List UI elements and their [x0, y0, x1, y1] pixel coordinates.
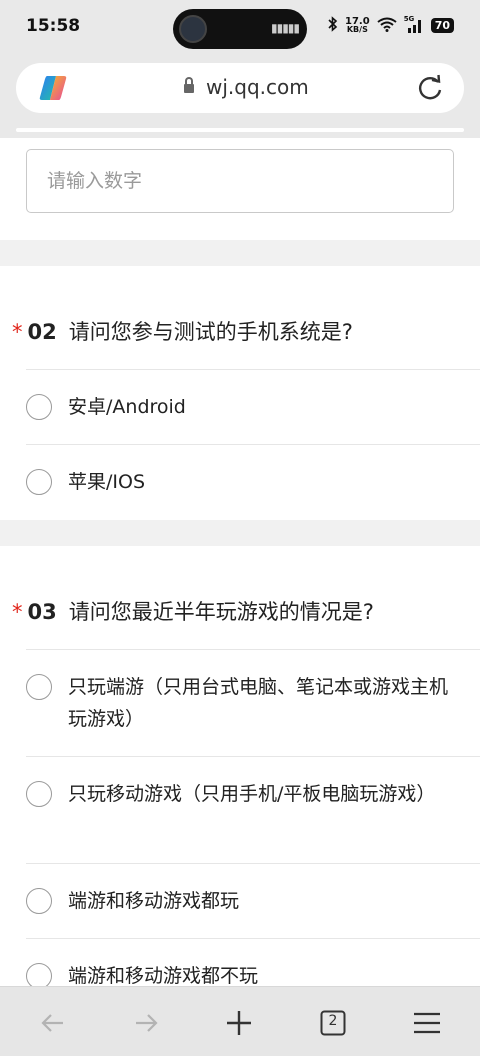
radio-button[interactable] — [26, 674, 52, 700]
question-card-02: * 02 请问您参与测试的手机系统是? 安卓/Android 苹果/IOS — [0, 266, 480, 520]
option-ios[interactable]: 苹果/IOS — [26, 445, 480, 519]
reload-icon[interactable] — [416, 74, 444, 102]
camera-icon — [179, 15, 207, 43]
forward-icon[interactable] — [128, 1005, 164, 1041]
question-text: 请问您参与测试的手机系统是? — [68, 320, 353, 344]
browser-toolbar: 2 — [0, 986, 480, 1056]
question-title-03: * 03 请问您最近半年玩游戏的情况是? — [12, 596, 374, 626]
network-speed: 17.0 KB/S — [345, 16, 370, 34]
tab-count: 2 — [328, 1013, 338, 1029]
status-bar: 15:58 ▮▮▮▮▮ 17.0 KB/S 5G 70 — [0, 0, 480, 56]
option-android[interactable]: 安卓/Android — [26, 370, 480, 444]
question-card-03: * 03 请问您最近半年玩游戏的情况是? 只玩端游（只用台式电脑、笔记本或游戏主机玩… — [0, 546, 480, 986]
option-neither[interactable]: 端游和移动游戏都不玩 — [26, 939, 480, 986]
speed-unit: KB/S — [346, 24, 368, 34]
option-mobile-only[interactable]: 只玩移动游戏（只用手机/平板电脑玩游戏） — [26, 757, 480, 863]
question-number: 03 — [27, 600, 57, 624]
wifi-icon — [377, 17, 397, 35]
new-tab-icon[interactable] — [221, 1005, 257, 1041]
page-edge — [16, 128, 464, 132]
tabs-button[interactable]: 2 — [315, 1005, 351, 1041]
question-title-02: * 02 请问您参与测试的手机系统是? — [12, 316, 353, 346]
lock-icon — [184, 77, 194, 93]
radio-button[interactable] — [26, 469, 52, 495]
network-type: 5G — [403, 15, 415, 23]
url-text[interactable]: wj.qq.com — [206, 75, 309, 99]
question-text: 请问您最近半年玩游戏的情况是? — [68, 600, 374, 624]
clock: 15:58 — [26, 16, 81, 36]
required-mark: * — [12, 600, 23, 624]
option-label: 端游和移动游戏都玩 — [68, 890, 240, 912]
number-question-card — [0, 138, 480, 240]
option-label: 安卓/Android — [68, 396, 186, 418]
bluetooth-icon — [328, 16, 338, 35]
option-label: 端游和移动游戏都不玩 — [68, 965, 259, 986]
back-icon[interactable] — [35, 1005, 71, 1041]
radio-button[interactable] — [26, 963, 52, 986]
radio-button[interactable] — [26, 781, 52, 807]
option-label: 只玩端游（只用台式电脑、笔记本或游戏主机玩游戏） — [68, 676, 449, 730]
dynamic-island: ▮▮▮▮▮ — [173, 9, 307, 49]
signal-icon: 5G — [403, 15, 424, 33]
audio-wave-icon: ▮▮▮▮▮ — [271, 21, 300, 35]
battery-icon: 70 — [430, 18, 454, 33]
copilot-icon[interactable] — [38, 73, 68, 103]
number-input[interactable] — [27, 150, 453, 212]
radio-button[interactable] — [26, 394, 52, 420]
option-label: 苹果/IOS — [68, 471, 146, 493]
address-bar[interactable]: wj.qq.com — [16, 63, 464, 113]
survey-page[interactable]: *02请问您参与测试的手机系统是? 安卓/Android 苹果/IOS *03请… — [0, 138, 480, 986]
option-both[interactable]: 端游和移动游戏都玩 — [26, 864, 480, 938]
required-mark: * — [12, 320, 23, 344]
option-pc-only[interactable]: 只玩端游（只用台式电脑、笔记本或游戏主机玩游戏） — [26, 650, 480, 756]
number-input-box[interactable] — [26, 149, 454, 213]
menu-icon[interactable] — [409, 1005, 445, 1041]
option-label: 只玩移动游戏（只用手机/平板电脑玩游戏） — [68, 783, 436, 805]
status-icons: 17.0 KB/S 5G 70 — [328, 15, 454, 35]
question-number: 02 — [27, 320, 57, 344]
radio-button[interactable] — [26, 888, 52, 914]
